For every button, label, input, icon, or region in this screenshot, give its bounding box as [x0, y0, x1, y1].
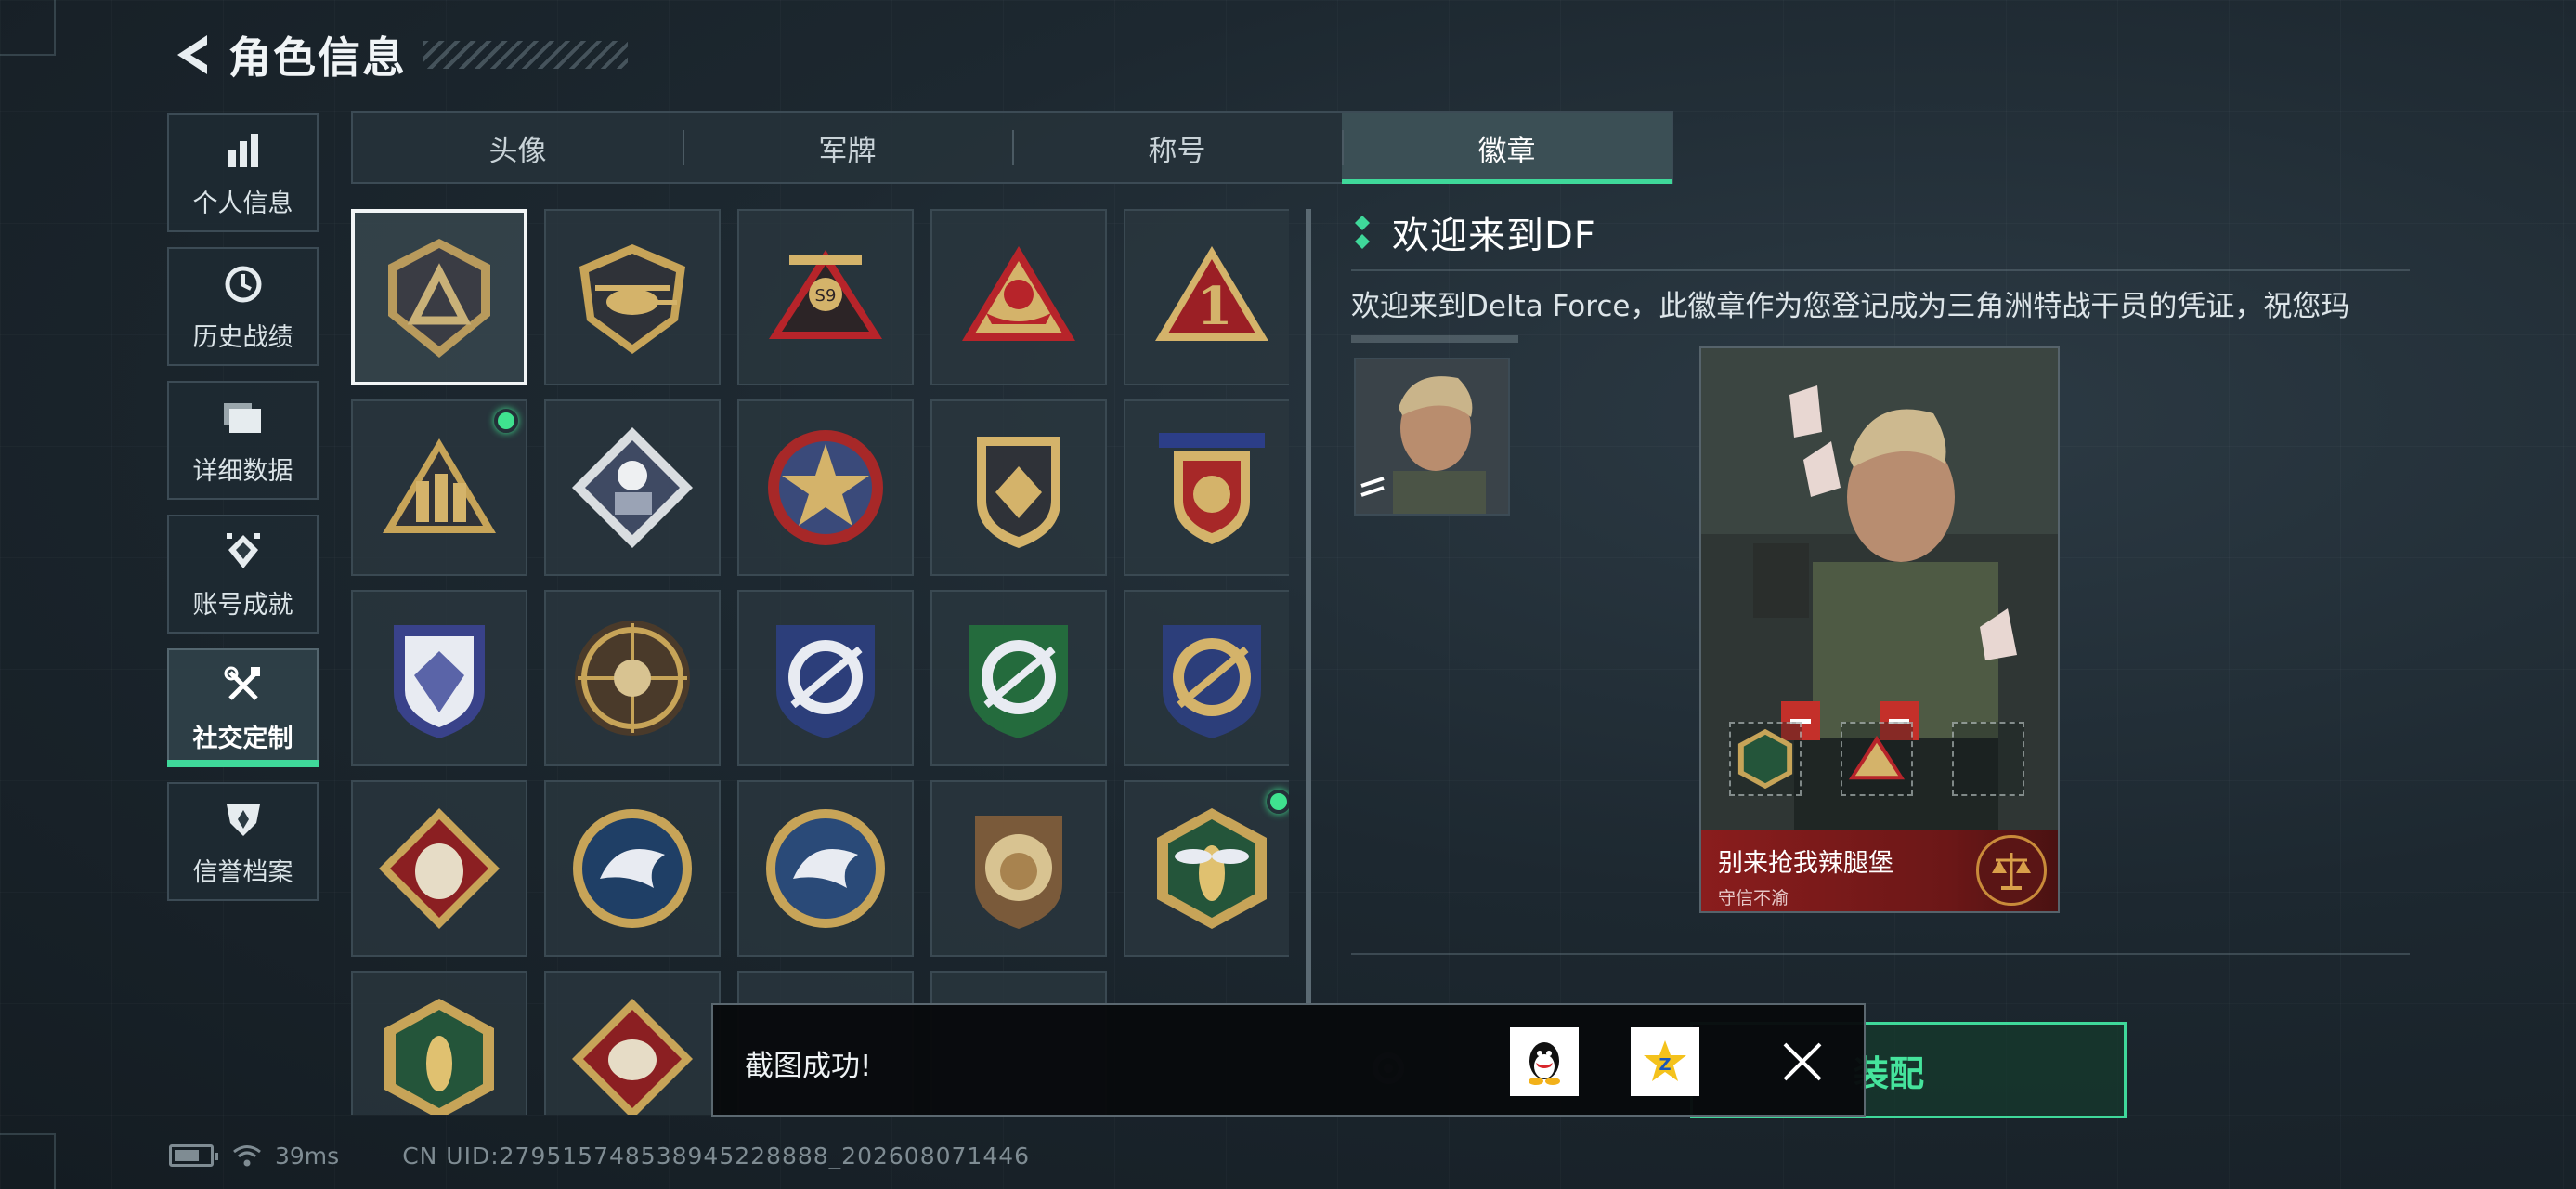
badge-lion[interactable]: [930, 780, 1107, 957]
sidebar-item-label: 详细数据: [192, 456, 293, 486]
svg-text:Z: Z: [1659, 1055, 1671, 1075]
justice-scale-icon: [1976, 835, 2047, 906]
tools-icon: [220, 662, 267, 709]
badge-s9-wings[interactable]: S9: [737, 209, 914, 385]
sidebar-item-achievements[interactable]: 账号成就: [167, 515, 319, 634]
close-icon[interactable]: [1779, 1039, 1826, 1085]
qzone-star-icon: Z: [1644, 1040, 1686, 1081]
badge-slot-1[interactable]: [1729, 722, 1802, 796]
sidebar: 个人信息 历史战绩 详细数据 账号成就 社交定制 信誉档案: [167, 113, 319, 916]
toast-message: 截图成功!: [745, 1050, 872, 1083]
badge-detail-panel: 欢迎来到DF 欢迎来到Delta Force，此徽章作为您登记成为三角洲特战干员…: [1351, 204, 2410, 343]
sidebar-item-label: 信誉档案: [192, 857, 293, 887]
tab-badge[interactable]: 徽章: [1342, 113, 1672, 184]
badge-ship-triangle[interactable]: [930, 209, 1107, 385]
title-decoration: [423, 41, 628, 69]
battery-icon: [169, 1144, 218, 1167]
sidebar-item-label: 历史战绩: [192, 322, 293, 352]
diamond-marker-icon: [1355, 216, 1370, 249]
corner-decoration: [0, 0, 56, 56]
sidebar-item-social-custom[interactable]: 社交定制: [167, 648, 319, 767]
svg-text:1: 1: [1197, 276, 1233, 337]
folder-icon: [220, 395, 267, 441]
badge-rifle-green-shield[interactable]: [930, 590, 1107, 766]
page-header: 角色信息: [167, 22, 628, 87]
badge-slot-1-image: [1737, 728, 1793, 790]
sidebar-item-label: 社交定制: [192, 724, 293, 753]
back-arrow-icon: [177, 35, 207, 74]
screenshot-toast: 截图成功! Z: [711, 1003, 1866, 1117]
badge-eagle-blue-circle[interactable]: [737, 780, 914, 957]
badge-description: 欢迎来到Delta Force，此徽章作为您登记成为三角洲特战干员的凭证，祝您玛: [1351, 290, 2350, 323]
tab-avatar[interactable]: 头像: [353, 113, 683, 182]
sidebar-item-history[interactable]: 历史战绩: [167, 247, 319, 366]
player-uid: CN UID:279515748538945228888_20260807144…: [402, 1142, 1031, 1169]
badge-number-one[interactable]: 1: [1124, 209, 1289, 385]
operator-portrait-image: [1356, 359, 1508, 514]
badge-dragon-diamond[interactable]: [544, 971, 721, 1115]
wifi-icon: [233, 1145, 261, 1167]
badge-rose-diamond[interactable]: [544, 399, 721, 576]
badge-diamond-crest[interactable]: [351, 590, 527, 766]
badge-title: 欢迎来到DF: [1392, 215, 1596, 257]
sidebar-item-label: 账号成就: [192, 590, 293, 620]
detail-title-row: 欢迎来到DF: [1351, 204, 2410, 260]
achievement-icon: [220, 529, 267, 575]
badge-slot-2-image: [1848, 735, 1906, 780]
badge-hornet-hexagon[interactable]: [1124, 780, 1289, 957]
badge-rifle-blue-shield[interactable]: [737, 590, 914, 766]
operator-card[interactable]: 别来抢我辣腿堡 守信不渝: [1699, 346, 2060, 913]
ping-value: 39ms: [275, 1142, 340, 1169]
new-indicator: [494, 409, 518, 433]
badge-soldiers-triangle[interactable]: [351, 399, 527, 576]
qq-penguin-icon: [1529, 1042, 1560, 1085]
history-clock-icon: [220, 261, 267, 307]
operator-avatar: [1354, 358, 1510, 516]
status-bar: 39ms CN UID:279515748538945228888_202608…: [169, 1139, 1030, 1172]
badge-slot-2[interactable]: [1841, 722, 1913, 796]
new-indicator: [1267, 790, 1289, 814]
badge-rifle-gold-shield[interactable]: [1124, 590, 1289, 766]
description-scroll-indicator: [1351, 335, 1518, 343]
badge-wolf-diamond[interactable]: [351, 780, 527, 957]
divider: [1351, 953, 2410, 955]
badge-delta-shield[interactable]: [351, 209, 527, 385]
badge-hornet-green[interactable]: [351, 971, 527, 1115]
svg-text:S9: S9: [815, 286, 837, 306]
badge-slot-3[interactable]: [1952, 722, 2024, 796]
credit-shield-icon: [220, 796, 267, 843]
bar-chart-icon: [220, 127, 267, 174]
corner-decoration: [0, 1133, 56, 1189]
sidebar-item-detailed-data[interactable]: 详细数据: [167, 381, 319, 500]
tab-dog-tag[interactable]: 军牌: [683, 113, 1012, 182]
badge-grid-scrollbar[interactable]: [1306, 209, 1311, 1003]
share-qzone-button[interactable]: Z: [1631, 1027, 1699, 1096]
share-qq-button[interactable]: [1510, 1027, 1579, 1096]
tab-bar: 头像 军牌 称号 徽章: [351, 111, 1673, 184]
back-button[interactable]: [167, 27, 214, 83]
badge-helicopter[interactable]: [544, 209, 721, 385]
card-footer: 别来抢我辣腿堡 守信不渝: [1701, 830, 2058, 911]
badge-grid: S9 1: [351, 209, 1289, 1115]
badge-skull-crosshair[interactable]: [544, 590, 721, 766]
badge-star-emblem[interactable]: [737, 399, 914, 576]
sidebar-item-credit-profile[interactable]: 信誉档案: [167, 782, 319, 901]
sidebar-item-label: 个人信息: [192, 189, 293, 218]
badge-chevron-shield[interactable]: [930, 399, 1107, 576]
page-title: 角色信息: [228, 33, 407, 83]
sidebar-item-personal-info[interactable]: 个人信息: [167, 113, 319, 232]
tab-title[interactable]: 称号: [1012, 113, 1342, 182]
badge-eagle-circle[interactable]: [544, 780, 721, 957]
divider: [1351, 269, 2410, 271]
badge-eagle-crest[interactable]: [1124, 399, 1289, 576]
